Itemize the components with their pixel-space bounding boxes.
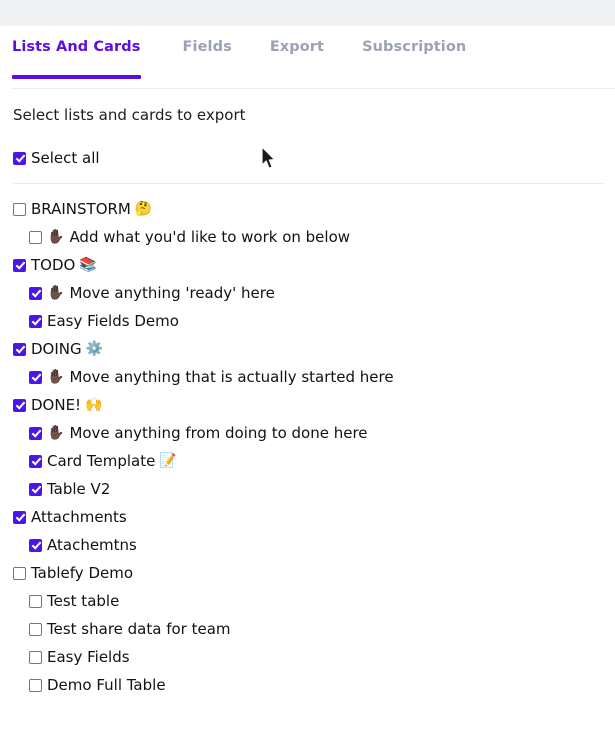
list-checkbox[interactable]: [13, 202, 26, 216]
card-row[interactable]: Test share data for team: [13, 615, 615, 643]
card-row[interactable]: Card Template 📝: [13, 447, 615, 475]
select-all-row[interactable]: Select all: [13, 144, 615, 172]
card-row[interactable]: Demo Full Table: [13, 671, 615, 699]
raised-hand-dark-skin-icon: ✋🏿: [47, 369, 65, 385]
card-label: Move anything that is actually started h…: [69, 367, 394, 386]
card-label: Demo Full Table: [47, 675, 166, 694]
list-checkbox[interactable]: [13, 342, 26, 356]
card-label: Easy Fields: [47, 647, 130, 666]
list-row[interactable]: Tablefy Demo: [13, 559, 615, 587]
card-row[interactable]: Test table: [13, 587, 615, 615]
list-label: Tablefy Demo: [31, 563, 134, 582]
card-checkbox[interactable]: [29, 454, 42, 468]
card-checkbox[interactable]: [29, 622, 42, 636]
card-checkbox[interactable]: [29, 286, 42, 300]
page-title: Select lists and cards to export: [13, 106, 246, 124]
main-content: Select lists and cards to export Select …: [0, 92, 615, 699]
card-label: Atachemtns: [47, 535, 137, 554]
list-label: Attachments: [31, 507, 127, 526]
card-row[interactable]: ✋🏿 Add what you'd like to work on below: [13, 223, 615, 251]
card-label: Table V2: [47, 479, 111, 498]
card-checkbox[interactable]: [29, 426, 42, 440]
card-row[interactable]: Easy Fields: [13, 643, 615, 671]
tab-bar: Lists And Cards Fields Export Subscription: [0, 26, 615, 92]
thinking-face-icon: 🤔: [134, 201, 153, 217]
card-row[interactable]: Atachemtns: [13, 531, 615, 559]
card-row[interactable]: ✋🏿 Move anything 'ready' here: [13, 279, 615, 307]
lists-and-cards-tree: BRAINSTORM 🤔 ✋🏿 Add what you'd like to work…: [13, 195, 615, 699]
card-checkbox[interactable]: [29, 230, 42, 244]
list-row[interactable]: DOING ⚙️: [13, 335, 615, 363]
card-checkbox[interactable]: [29, 314, 42, 328]
list-label: TODO: [31, 255, 76, 274]
card-checkbox[interactable]: [29, 482, 42, 496]
list-checkbox[interactable]: [13, 566, 26, 580]
select-all-label: Select all: [31, 148, 100, 167]
books-icon: 📚: [79, 257, 97, 273]
raised-hand-dark-skin-icon: ✋🏿: [47, 229, 65, 245]
card-label: Card Template: [47, 451, 156, 470]
list-checkbox[interactable]: [13, 258, 26, 272]
raising-hands-icon: 🙌: [85, 397, 103, 413]
list-label: BRAINSTORM: [31, 199, 131, 218]
card-row[interactable]: Table V2: [13, 475, 615, 503]
card-checkbox[interactable]: [29, 594, 42, 608]
list-checkbox[interactable]: [13, 398, 26, 412]
tab-lists-and-cards[interactable]: Lists And Cards: [12, 39, 141, 79]
card-label: Add what you'd like to work on below: [69, 227, 351, 246]
card-label: Move anything 'ready' here: [69, 283, 275, 302]
tab-subscription[interactable]: Subscription: [362, 39, 466, 79]
list-row[interactable]: Attachments: [13, 503, 615, 531]
card-checkbox[interactable]: [29, 370, 42, 384]
tab-export[interactable]: Export: [270, 39, 324, 79]
section-divider: [13, 183, 604, 184]
list-checkbox[interactable]: [13, 510, 26, 524]
card-row[interactable]: ✋🏿 Move anything from doing to done here: [13, 419, 615, 447]
card-label: Test table: [47, 591, 120, 610]
list-row[interactable]: TODO 📚: [13, 251, 615, 279]
memo-icon: 📝: [159, 453, 177, 469]
tab-fields[interactable]: Fields: [183, 39, 232, 79]
list-label: DONE!: [31, 395, 82, 414]
list-row[interactable]: DONE! 🙌: [13, 391, 615, 419]
card-checkbox[interactable]: [29, 538, 42, 552]
list-label: DOING: [31, 339, 82, 358]
card-row[interactable]: ✋🏿 Move anything that is actually started…: [13, 363, 615, 391]
gear-icon: ⚙️: [85, 341, 104, 357]
select-all-checkbox[interactable]: [13, 151, 26, 165]
card-label: Easy Fields Demo: [47, 311, 179, 330]
list-row[interactable]: BRAINSTORM 🤔: [13, 195, 615, 223]
card-row[interactable]: Easy Fields Demo: [13, 307, 615, 335]
window-title-bar: [0, 0, 615, 26]
card-label: Move anything from doing to done here: [69, 423, 368, 442]
raised-hand-dark-skin-icon: ✋🏿: [47, 425, 65, 441]
raised-hand-dark-skin-icon: ✋🏿: [47, 285, 65, 301]
card-checkbox[interactable]: [29, 678, 42, 692]
card-checkbox[interactable]: [29, 650, 42, 664]
card-label: Test share data for team: [47, 619, 231, 638]
